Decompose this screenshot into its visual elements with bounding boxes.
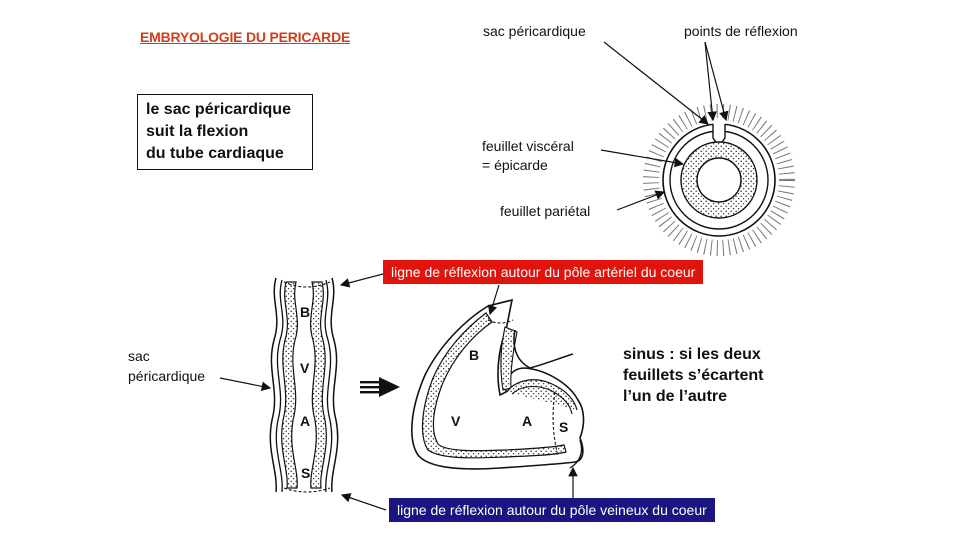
banner-arterial-reflection: ligne de réflexion autour du pôle artéri… (383, 260, 704, 284)
label-sac-left-2: péricardique (128, 368, 206, 384)
transition-arrow (360, 377, 400, 397)
tube-letter-v: V (300, 360, 310, 376)
summary-line-3: du tube cardiaque (146, 145, 284, 162)
tube-letter-b: B (300, 304, 311, 320)
tube-letter-a: A (300, 413, 311, 429)
heart-letter-s: S (559, 419, 569, 435)
heart-letter-v: V (451, 413, 461, 429)
sinus-note: sinus : si les deux feuillets s’écartent… (623, 344, 764, 407)
summary-line-2: suit la flexion (146, 123, 249, 140)
label-epicarde: = épicarde (482, 157, 548, 173)
label-sac-left-1: sac (128, 348, 150, 364)
page-title: EMBRYOLOGIE DU PERICARDE (140, 29, 351, 45)
summary-line-1: le sac péricardique (146, 101, 291, 118)
tube-letter-s: S (301, 465, 311, 481)
label-feuillet-visceral: feuillet viscéral (482, 138, 574, 154)
sinus-line-1: sinus : si les deux (623, 346, 761, 363)
label-feuillet-parietal: feuillet pariétal (500, 203, 591, 219)
label-points-reflexion: points de réflexion (684, 23, 798, 39)
banner-venous-reflection: ligne de réflexion autour du pôle veineu… (389, 498, 715, 522)
cross-section (643, 104, 795, 256)
heart-letter-a: A (522, 413, 533, 429)
sinus-line-2: feuillets s’écartent (623, 367, 764, 384)
label-sac-pericardique-top: sac péricardique (483, 23, 586, 39)
heart-letter-b: B (469, 347, 480, 363)
summary-box: le sac péricardique suit la flexion du t… (137, 94, 313, 170)
flexed-heart (411, 298, 585, 470)
sinus-line-3: l’un de l’autre (623, 388, 728, 405)
